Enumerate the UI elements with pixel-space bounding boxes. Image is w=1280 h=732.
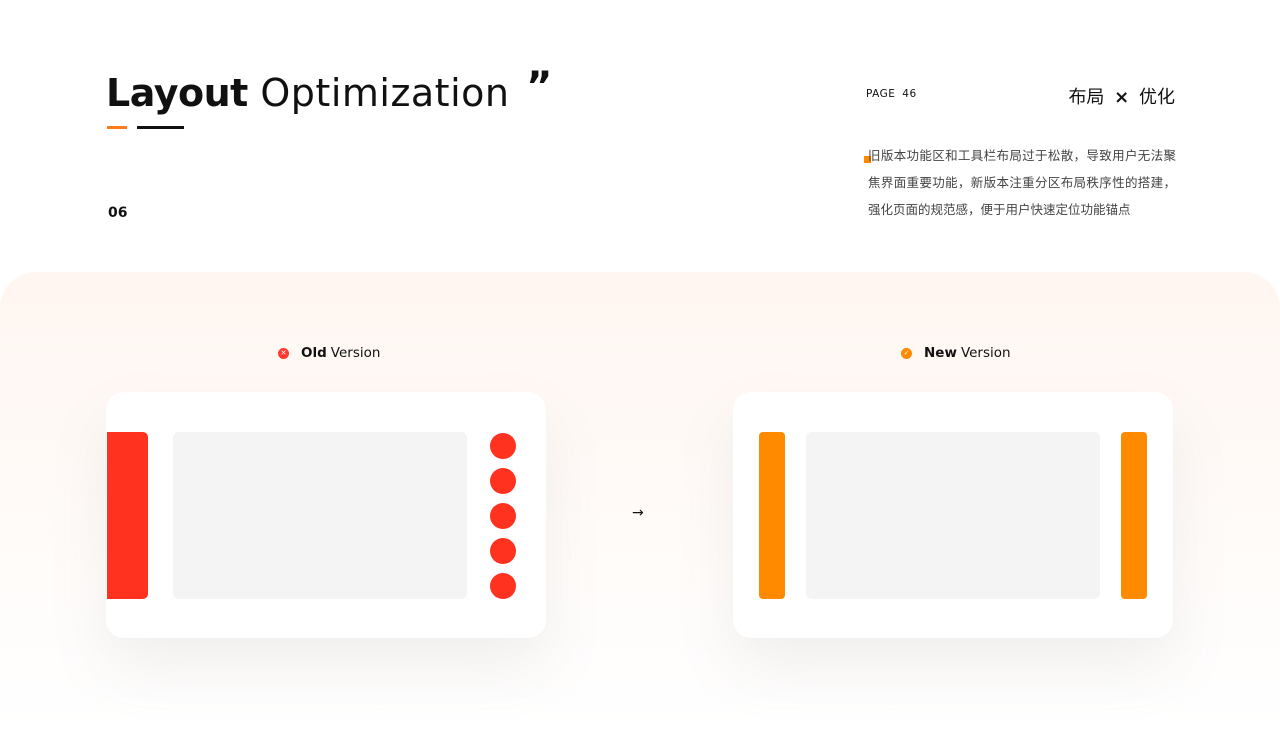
section-number: 06 xyxy=(108,205,128,221)
quote-mark: ” xyxy=(526,64,553,110)
old-tool-circle xyxy=(490,503,516,529)
old-version-label: ✕ Old Version xyxy=(278,345,380,361)
new-content-area xyxy=(806,432,1100,599)
topic-heading: 布局 × 优化 xyxy=(1068,83,1175,109)
old-tool-circle xyxy=(490,468,516,494)
old-version-mockup xyxy=(106,392,546,638)
new-label-rest: Version xyxy=(960,345,1011,361)
description-text: 旧版本功能区和工具栏布局过于松散，导致用户无法聚焦界面重要功能，新版本注重分区布… xyxy=(868,148,1176,217)
title-underline xyxy=(137,126,184,129)
close-icon: ✕ xyxy=(278,347,289,359)
old-label-bold: Old xyxy=(301,345,327,361)
old-label-rest: Version xyxy=(330,345,381,361)
topic-left: 布局 xyxy=(1068,87,1105,108)
old-sidebar-block xyxy=(107,432,148,599)
new-version-label: ✓ New Version xyxy=(901,345,1011,361)
check-icon: ✓ xyxy=(901,347,912,359)
old-tool-circle xyxy=(490,573,516,599)
title-light: Optimization xyxy=(260,71,510,115)
old-tool-circle xyxy=(490,538,516,564)
title-underline-accent xyxy=(107,126,127,129)
new-label-bold: New xyxy=(924,345,957,361)
topic-cross: × xyxy=(1114,87,1130,108)
page-label: PAGE xyxy=(866,88,896,100)
page-title: Layout Optimization ” xyxy=(106,64,553,116)
topic-right: 优化 xyxy=(1139,87,1175,108)
page-number: 46 xyxy=(902,88,917,100)
old-content-area xyxy=(173,432,467,599)
new-left-toolbar xyxy=(759,432,785,599)
old-tool-circle xyxy=(490,433,516,459)
new-version-mockup xyxy=(733,392,1173,638)
page-indicator: PAGE 46 xyxy=(866,88,917,100)
arrow-right-icon: → xyxy=(632,505,644,521)
title-bold: Layout xyxy=(106,71,248,115)
new-right-toolbar xyxy=(1121,432,1147,599)
